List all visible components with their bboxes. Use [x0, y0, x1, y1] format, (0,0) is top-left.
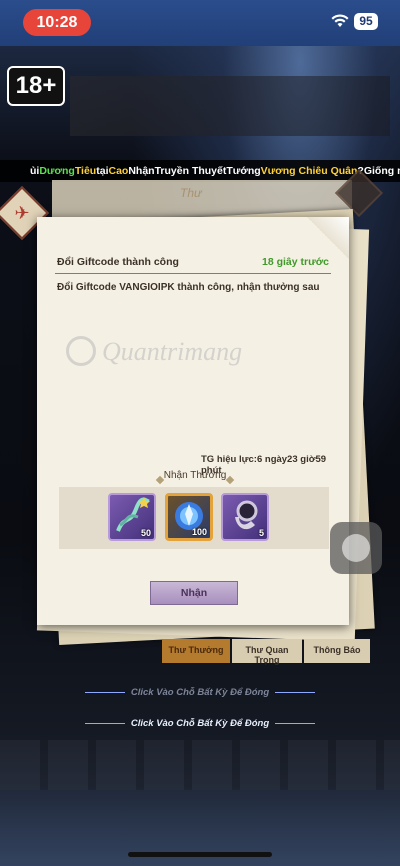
ticker-segment: Tướng: [226, 165, 261, 177]
status-bar: 10:28 95: [0, 0, 400, 46]
message-dialog: Đổi Giftcode thành công 18 giây trước Đổ…: [37, 217, 349, 625]
reward-section-title: Nhận Thưởng: [155, 470, 235, 484]
game-bottom-dock: [0, 740, 400, 790]
watermark: Quantrimang: [102, 337, 243, 366]
divider: [84, 691, 125, 693]
ticker-segment: tại: [96, 165, 109, 177]
ticker-segment: Truyền Thuyết: [154, 165, 227, 177]
tab-announcements[interactable]: Thông Báo: [304, 639, 370, 663]
battery-indicator: 95: [354, 13, 378, 30]
tab-reward-mail[interactable]: Thư Thưởng: [162, 639, 230, 663]
message-timestamp: 18 giây trước: [261, 256, 329, 268]
home-indicator[interactable]: [128, 852, 272, 857]
message-title: Đổi Giftcode thành công: [57, 256, 179, 268]
close-hint-background: Click Vào Chỗ Bất Kỳ Để Đóng: [0, 687, 400, 698]
game-top-hud: [70, 76, 390, 136]
bird-icon: ✈: [14, 203, 30, 223]
lightbulb-watermark-icon: [66, 336, 96, 366]
divider: [84, 722, 125, 724]
reward-item[interactable]: 100: [165, 493, 213, 541]
reward-count: 50: [140, 528, 151, 538]
ticker-segment: Vương Chiêu Quân: [260, 165, 358, 177]
status-time: 10:28: [23, 9, 91, 36]
reward-strip: 50 100 5: [59, 487, 329, 549]
ticker-segment: Dương: [39, 165, 75, 177]
divider: [55, 273, 331, 274]
reward-count: 5: [258, 528, 264, 538]
mail-panel-title: Thư: [180, 186, 202, 200]
assistive-touch-button[interactable]: [330, 522, 382, 574]
ticker-segment: Cao: [108, 165, 129, 177]
claim-reward-button[interactable]: Nhận: [150, 581, 238, 605]
reward-item[interactable]: 50: [108, 493, 156, 541]
ticker-segment: ủi: [30, 165, 40, 177]
close-hint-text: Click Vào Chỗ Bất Kỳ Để Đóng: [130, 718, 270, 729]
wifi-icon: [331, 14, 349, 27]
reward-count: 100: [191, 527, 207, 537]
announcement-ticker: ủiDươngTiêutạiCaoNhậnTruyền ThuyếtTướngV…: [0, 160, 400, 182]
message-body: Đổi Giftcode VANGIOIPK thành công, nhận …: [57, 282, 320, 293]
age-rating-badge: 18+: [7, 66, 65, 106]
message-header: Đổi Giftcode thành công 18 giây trước: [57, 254, 329, 272]
mail-tabs: Thư Thưởng Thư Quan Trọng Thông Báo: [158, 639, 372, 665]
close-hint[interactable]: Click Vào Chỗ Bất Kỳ Để Đóng: [0, 718, 400, 729]
close-hint-text: Click Vào Chỗ Bất Kỳ Để Đóng: [130, 687, 270, 698]
reward-item[interactable]: 5: [221, 493, 269, 541]
ticker-segment: Tiêu: [74, 165, 97, 177]
ticker-segment: Nhận: [128, 165, 155, 177]
divider: [275, 691, 316, 693]
tab-important-mail[interactable]: Thư Quan Trọng: [232, 639, 302, 665]
divider: [275, 722, 316, 724]
page-fold-corner: [307, 217, 349, 259]
